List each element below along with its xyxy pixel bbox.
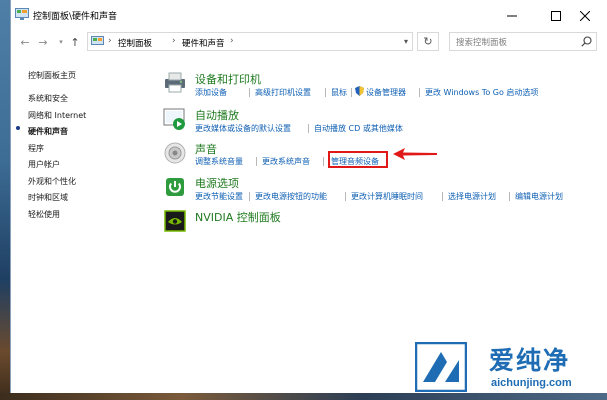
- breadcrumb-hardware-sound[interactable]: 硬件和声音: [182, 37, 225, 49]
- link-edit-power-plan[interactable]: 编辑电源计划: [515, 191, 563, 202]
- link-separator: [249, 88, 250, 97]
- back-button[interactable]: ←: [17, 34, 33, 50]
- maximize-icon: [551, 10, 561, 21]
- link-windows-to-go[interactable]: 更改 Windows To Go 启动选项: [425, 87, 538, 98]
- nav-control-panel-home[interactable]: 控制面板主页: [28, 70, 76, 81]
- power-icon: [166, 178, 184, 196]
- link-separator: [345, 192, 346, 201]
- search-icon: [581, 36, 592, 47]
- watermark-brand: 爱纯净: [489, 346, 571, 375]
- annotation-arrow-icon: [393, 148, 437, 160]
- link-separator: [323, 157, 324, 166]
- nav-programs[interactable]: 程序: [28, 143, 44, 154]
- link-mouse[interactable]: 鼠标: [331, 87, 347, 98]
- link-advanced-printer-setup[interactable]: 高级打印机设置: [255, 87, 311, 98]
- breadcrumb-control-panel[interactable]: 控制面板: [118, 37, 152, 49]
- link-choose-power-plan[interactable]: 选择电源计划: [448, 191, 496, 202]
- breadcrumb-separator-icon: ›: [108, 36, 112, 46]
- address-dropdown-button[interactable]: ▾: [398, 33, 414, 50]
- uac-shield-icon: [355, 86, 364, 96]
- nav-ease-of-access[interactable]: 轻松使用: [28, 209, 60, 220]
- autoplay-icon: [163, 108, 185, 130]
- highlight-box: [328, 151, 388, 168]
- minimize-icon: [507, 15, 517, 16]
- link-separator: [419, 88, 420, 97]
- nav-network-internet[interactable]: 网络和 Internet: [28, 110, 86, 121]
- link-change-default-media-settings[interactable]: 更改媒体或设备的默认设置: [195, 123, 291, 134]
- control-panel-window: 控制面板\硬件和声音 ← → ▾ ↑ › 控制面板 › 硬件和声音 › ▾ ↻ …: [10, 0, 607, 393]
- close-icon: [580, 10, 590, 21]
- nvidia-icon: [164, 210, 186, 232]
- control-panel-icon: [15, 8, 29, 20]
- desktop-wallpaper-bottom: [0, 393, 607, 400]
- link-separator: [325, 88, 326, 97]
- arrow-right-icon: →: [38, 35, 48, 49]
- current-page-indicator: [16, 126, 20, 130]
- arrow-left-icon: ←: [20, 35, 30, 49]
- link-change-system-sounds[interactable]: 更改系统声音: [262, 156, 310, 167]
- title-bar[interactable]: 控制面板\硬件和声音: [11, 0, 607, 31]
- speaker-icon: [164, 142, 186, 164]
- chevron-down-icon: ▾: [403, 37, 408, 46]
- breadcrumb-separator-icon: ›: [172, 36, 176, 46]
- link-separator: [256, 157, 257, 166]
- arrow-up-icon: ↑: [70, 35, 80, 49]
- up-button[interactable]: ↑: [67, 34, 83, 50]
- category-sound[interactable]: 声音: [195, 141, 217, 157]
- desktop-wallpaper: [0, 0, 10, 400]
- link-separator: [308, 124, 309, 133]
- watermark-logo-icon: [415, 342, 467, 392]
- printer-icon: [165, 72, 185, 93]
- nav-appearance[interactable]: 外观和个性化: [28, 176, 76, 187]
- minimize-button[interactable]: [489, 0, 535, 31]
- address-bar[interactable]: › 控制面板 › 硬件和声音 › ▾: [87, 32, 413, 51]
- refresh-icon: ↻: [423, 35, 433, 48]
- category-autoplay[interactable]: 自动播放: [195, 107, 239, 123]
- category-power-options[interactable]: 电源选项: [195, 175, 239, 191]
- category-devices-printers[interactable]: 设备和打印机: [195, 71, 261, 87]
- forward-button[interactable]: →: [35, 34, 51, 50]
- search-box[interactable]: 搜索控制面板: [449, 32, 597, 51]
- link-separator: [351, 88, 352, 97]
- window-title: 控制面板\硬件和声音: [33, 12, 118, 22]
- link-separator: [509, 192, 510, 201]
- category-nvidia-control-panel[interactable]: NVIDIA 控制面板: [195, 209, 281, 225]
- link-autoplay-cd[interactable]: 自动播放 CD 或其他媒体: [314, 123, 403, 134]
- close-button[interactable]: [562, 0, 607, 31]
- link-separator: [249, 192, 250, 201]
- refresh-button[interactable]: ↻: [417, 32, 439, 51]
- search-placeholder: 搜索控制面板: [456, 38, 508, 48]
- control-panel-icon: [91, 36, 104, 45]
- link-change-power-saving[interactable]: 更改节能设置: [195, 191, 243, 202]
- link-computer-sleep-time[interactable]: 更改计算机睡眠时间: [351, 191, 423, 202]
- breadcrumb-separator-icon: ›: [230, 36, 234, 46]
- link-separator: [442, 192, 443, 201]
- chevron-down-icon: ▾: [59, 38, 63, 46]
- nav-clock-region[interactable]: 时钟和区域: [28, 192, 68, 203]
- watermark-url: aichunjing.com: [491, 377, 572, 389]
- nav-system-security[interactable]: 系统和安全: [28, 93, 68, 104]
- link-power-button-function[interactable]: 更改电源按钮的功能: [255, 191, 327, 202]
- navigation-bar: ← → ▾ ↑ › 控制面板 › 硬件和声音 › ▾ ↻ 搜索控制面板: [11, 31, 607, 53]
- link-device-manager[interactable]: 设备管理器: [366, 87, 406, 98]
- nav-hardware-sound[interactable]: 硬件和声音: [28, 126, 68, 137]
- link-add-device[interactable]: 添加设备: [195, 87, 227, 98]
- nav-user-accounts[interactable]: 用户帐户: [28, 159, 60, 170]
- link-adjust-system-volume[interactable]: 调整系统音量: [195, 156, 243, 167]
